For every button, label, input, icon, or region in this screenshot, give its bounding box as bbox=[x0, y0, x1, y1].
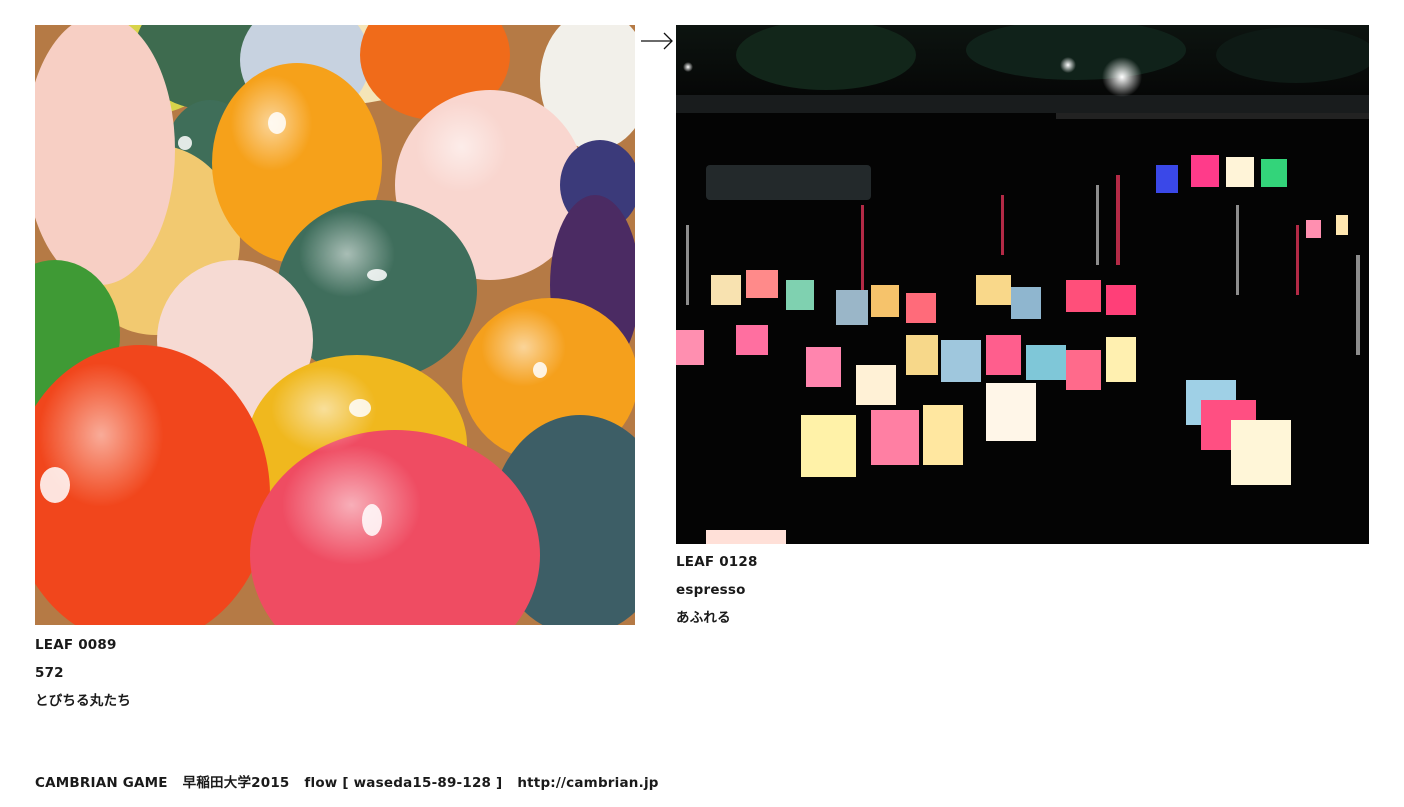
leaf-id: LEAF 0128 bbox=[676, 554, 758, 570]
leaf-author[interactable]: 572 bbox=[35, 659, 635, 687]
arrow-right-icon bbox=[641, 32, 673, 50]
balloons-image bbox=[35, 25, 635, 625]
footer: CAMBRIAN GAME 早稲田大学2015 flow [ waseda15-… bbox=[35, 771, 659, 791]
leaf-title: あふれる bbox=[676, 610, 731, 626]
leaf-id: LEAF 0089 bbox=[35, 637, 117, 653]
leaf-title: とびちる丸たち bbox=[35, 693, 131, 709]
page: LEAF 0089 572 とびちる丸たち LEAF 0128 espresso… bbox=[0, 0, 1404, 807]
footer-project: CAMBRIAN GAME bbox=[35, 775, 168, 791]
lanterns-image bbox=[676, 25, 1369, 544]
footer-url-link[interactable]: http://cambrian.jp bbox=[517, 775, 658, 791]
leaf-photo-balloons[interactable] bbox=[35, 25, 635, 625]
footer-venue: 早稲田大学2015 bbox=[182, 775, 290, 791]
leaf-card-0089: LEAF 0089 572 とびちる丸たち bbox=[35, 25, 635, 715]
leaf-card-0128: LEAF 0128 espresso あふれる bbox=[676, 25, 1369, 632]
leaf-photo-lanterns[interactable] bbox=[676, 25, 1369, 544]
footer-flow: flow [ waseda15-89-128 ] bbox=[304, 775, 503, 791]
leaf-caption: LEAF 0128 espresso あふれる bbox=[676, 548, 1369, 632]
leaf-caption: LEAF 0089 572 とびちる丸たち bbox=[35, 631, 635, 715]
leaf-author[interactable]: espresso bbox=[676, 576, 1369, 604]
